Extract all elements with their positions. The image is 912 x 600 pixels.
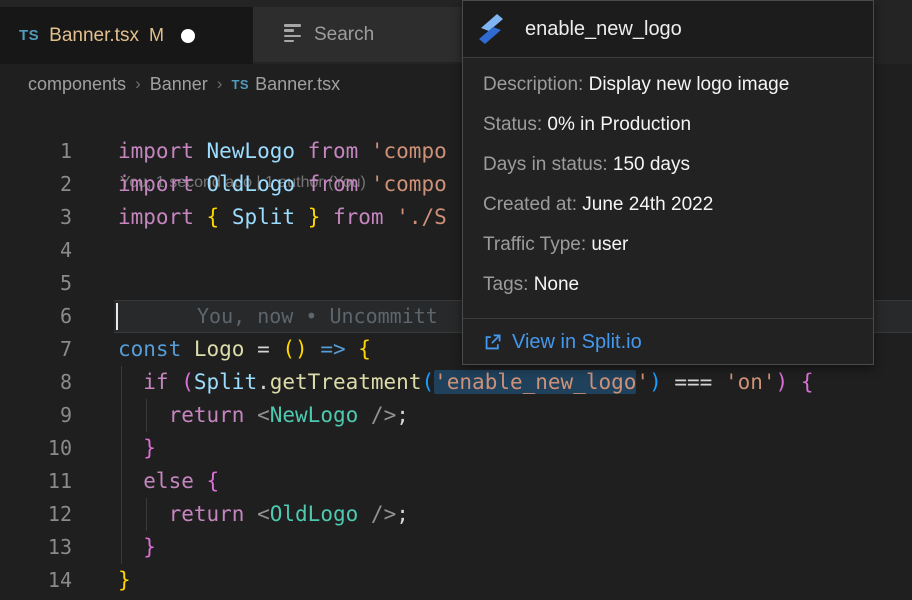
tooltip-row-created-at: Created at: June 24th 2022 (483, 185, 853, 225)
line-number: 11 (0, 465, 72, 498)
tooltip-row-label: Status: (483, 114, 547, 135)
line-number: 7 (0, 333, 72, 366)
tab-title: Banner.tsx (49, 25, 139, 47)
code-text: import { Split } from './S (118, 201, 447, 234)
tooltip-row-label: Tags: (483, 274, 534, 295)
tooltip-row-value: 150 days (613, 154, 690, 175)
external-link-icon (483, 333, 502, 352)
line-number: 12 (0, 498, 72, 531)
tooltip-row-value: Display new logo image (589, 74, 790, 95)
tooltip-body: Description: Display new logo imageStatu… (463, 58, 873, 318)
tooltip-row-value: user (591, 234, 628, 255)
tooltip-row-value: 0% in Production (547, 114, 691, 135)
line-number: 9 (0, 399, 72, 432)
code-line-12[interactable]: 12 return <OldLogo />; (0, 498, 912, 531)
line-number: 4 (0, 234, 72, 267)
typescript-file-icon: TS (19, 27, 39, 44)
code-text: } (118, 564, 131, 597)
line-number: 1 (0, 135, 72, 168)
unsaved-changes-dot-icon[interactable] (181, 29, 195, 43)
code-text: return <OldLogo />; (118, 498, 409, 531)
line-number: 8 (0, 366, 72, 399)
text-cursor (116, 303, 118, 330)
code-text: } (118, 432, 156, 465)
code-text: import OldLogo from 'compo (118, 168, 447, 201)
line-number: 13 (0, 531, 72, 564)
tooltip-row-status: Status: 0% in Production (483, 105, 853, 145)
tooltip-row-description: Description: Display new logo image (483, 65, 853, 105)
code-line-10[interactable]: 10 } (0, 432, 912, 465)
code-text: const Logo = () => { (118, 333, 371, 366)
code-text: import NewLogo from 'compo (118, 135, 447, 168)
split-logo-icon (478, 14, 504, 44)
tooltip-row-label: Days in status: (483, 154, 613, 175)
feature-flag-name: enable_new_logo (525, 18, 682, 41)
tooltip-row-label: Description: (483, 74, 589, 95)
line-number: 5 (0, 267, 72, 300)
code-line-11[interactable]: 11 else { (0, 465, 912, 498)
tooltip-row-days-in-status: Days in status: 150 days (483, 145, 853, 185)
line-number: 14 (0, 564, 72, 597)
line-number: 2 (0, 168, 72, 201)
git-modified-badge: M (149, 25, 164, 46)
tooltip-row-value: June 24th 2022 (582, 194, 713, 215)
code-text: if (Split.getTreatment('enable_new_logo'… (118, 366, 814, 399)
split-feature-flag-tooltip: enable_new_logo Description: Display new… (462, 0, 874, 365)
tooltip-row-tags: Tags: None (483, 265, 853, 305)
code-line-8[interactable]: 8 if (Split.getTreatment('enable_new_log… (0, 366, 912, 399)
line-number: 10 (0, 432, 72, 465)
code-text: return <NewLogo />; (118, 399, 409, 432)
search-list-icon (284, 24, 302, 44)
tab-banner-tsx[interactable]: TS Banner.tsx M (0, 7, 253, 64)
code-line-14[interactable]: 14} (0, 564, 912, 597)
code-line-13[interactable]: 13 } (0, 531, 912, 564)
view-in-split-link[interactable]: View in Split.io (483, 331, 642, 354)
tooltip-row-traffic-type: Traffic Type: user (483, 225, 853, 265)
tooltip-footer: View in Split.io (463, 318, 873, 366)
view-in-split-label: View in Split.io (512, 331, 642, 354)
inline-blame-annotation: You, now • Uncommitt (197, 300, 438, 333)
code-text: } (118, 531, 156, 564)
tooltip-header: enable_new_logo (463, 1, 873, 58)
tooltip-row-label: Traffic Type: (483, 234, 591, 255)
tooltip-row-label: Created at: (483, 194, 582, 215)
code-line-9[interactable]: 9 return <NewLogo />; (0, 399, 912, 432)
tooltip-row-value: None (534, 274, 579, 295)
line-number: 6 (0, 300, 72, 333)
tab-search-label: Search (314, 24, 374, 46)
line-number: 3 (0, 201, 72, 234)
code-text: else { (118, 465, 219, 498)
